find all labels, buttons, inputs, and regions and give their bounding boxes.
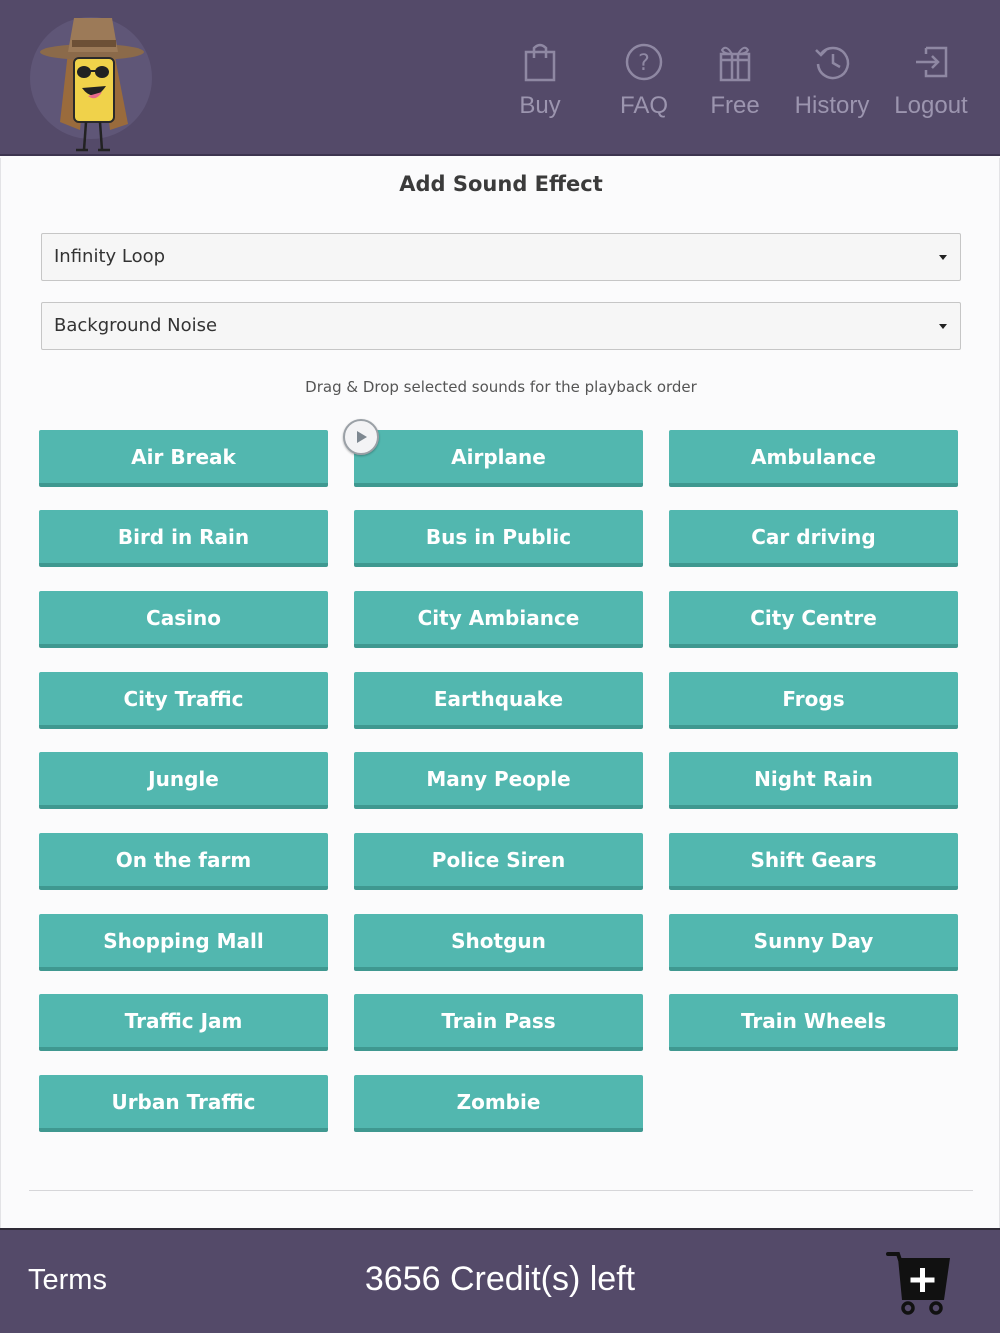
sound-button-label: Police Siren — [431, 847, 566, 872]
play-preview-button[interactable] — [343, 419, 379, 455]
sound-button-label: Night Rain — [754, 766, 873, 791]
sound-button-label: Zombie — [456, 1089, 541, 1114]
sound-button-label: Shift Gears — [750, 847, 877, 872]
sound-button[interactable]: City Ambiance — [354, 591, 643, 648]
sound-button-label: Jungle — [148, 766, 219, 791]
dropdown-caret-icon — [939, 324, 947, 329]
sound-button-label: Earthquake — [433, 686, 564, 711]
sound-button[interactable]: Bus in Public — [354, 510, 643, 567]
sound-button-label: On the farm — [115, 847, 252, 872]
credits-remaining: 3656 Credit(s) left — [0, 1260, 1000, 1299]
sound-button-label: Train Wheels — [740, 1008, 887, 1033]
sound-button[interactable]: Frogs — [669, 672, 958, 729]
sound-button[interactable]: Traffic Jam — [39, 994, 328, 1051]
shopping-bag-icon — [524, 43, 556, 82]
sound-button[interactable]: Airplane — [354, 430, 643, 487]
sound-button[interactable]: Shotgun — [354, 914, 643, 971]
sound-button[interactable]: City Traffic — [39, 672, 328, 729]
sound-button[interactable]: Shopping Mall — [39, 914, 328, 971]
sound-button[interactable]: Police Siren — [354, 833, 643, 890]
nav-logout-label: Logout — [894, 92, 968, 119]
sound-button[interactable]: Ambulance — [669, 430, 958, 487]
nav-faq[interactable]: ? FAQ — [614, 40, 674, 130]
sound-button-label: Train Pass — [441, 1008, 556, 1033]
sound-category-value: Background Noise — [54, 315, 218, 336]
sound-button[interactable]: Earthquake — [354, 672, 643, 729]
main-content: Add Sound Effect Infinity Loop Backgroun… — [0, 158, 1000, 1228]
sound-button-label: City Traffic — [123, 686, 244, 711]
sound-button-label: Sunny Day — [753, 928, 874, 953]
gift-icon — [719, 46, 751, 82]
sound-button[interactable]: Car driving — [669, 510, 958, 567]
credits-text: 3656 Credit(s) left — [364, 1260, 636, 1298]
nav-buy-label: Buy — [519, 92, 561, 119]
sound-button-label: Car driving — [751, 524, 876, 549]
nav-history[interactable]: History — [790, 40, 874, 130]
sound-button[interactable]: Jungle — [39, 752, 328, 809]
footer-bar: Terms 3656 Credit(s) left — [0, 1228, 1000, 1333]
top-bar: Buy ? FAQ Free History Logout — [0, 0, 1000, 156]
sound-button-label: Casino — [146, 605, 221, 630]
sound-button[interactable]: Shift Gears — [669, 833, 958, 890]
content-divider — [29, 1190, 973, 1191]
sound-button-label: Shotgun — [451, 928, 546, 953]
sound-button[interactable]: Zombie — [354, 1075, 643, 1132]
sound-button-label: Shopping Mall — [103, 928, 264, 953]
sound-category-select[interactable]: Background Noise — [41, 302, 961, 350]
sound-button-label: Many People — [426, 766, 571, 791]
nav-faq-label: FAQ — [619, 92, 668, 119]
nav-buy[interactable]: Buy — [512, 40, 568, 130]
sound-button-label: Traffic Jam — [124, 1008, 243, 1033]
sound-button[interactable]: Train Wheels — [669, 994, 958, 1051]
sound-button[interactable]: Bird in Rain — [39, 510, 328, 567]
add-to-cart-button[interactable] — [886, 1248, 954, 1316]
sound-button-label: Ambulance — [751, 444, 876, 469]
sound-button[interactable]: Air Break — [39, 430, 328, 487]
spy-mascot-logo[interactable] — [30, 12, 154, 154]
history-icon — [815, 46, 850, 80]
sound-button-label: Airplane — [451, 444, 546, 469]
sound-button[interactable]: City Centre — [669, 591, 958, 648]
sound-button-label: Bus in Public — [425, 524, 572, 549]
sound-button[interactable]: Urban Traffic — [39, 1075, 328, 1132]
sound-button[interactable]: Many People — [354, 752, 643, 809]
sound-button-label: Frogs — [782, 686, 845, 711]
sound-button[interactable]: Sunny Day — [669, 914, 958, 971]
dropdown-caret-icon — [939, 255, 947, 260]
sound-button[interactable]: Train Pass — [354, 994, 643, 1051]
nav-history-label: History — [794, 92, 870, 119]
svg-text:?: ? — [638, 51, 650, 76]
sound-button-label: Air Break — [131, 444, 236, 469]
play-icon — [357, 431, 367, 443]
sound-button[interactable]: Night Rain — [669, 752, 958, 809]
page-title: Add Sound Effect — [399, 172, 603, 196]
sound-button[interactable]: Casino — [39, 591, 328, 648]
drag-drop-hint: Drag & Drop selected sounds for the play… — [305, 378, 697, 396]
loop-mode-select[interactable]: Infinity Loop — [41, 233, 961, 281]
nav-logout[interactable]: Logout — [890, 40, 972, 130]
question-circle-icon: ? — [625, 43, 663, 81]
logout-icon — [916, 46, 948, 78]
sound-button-label: Bird in Rain — [117, 524, 250, 549]
sound-button-label: City Centre — [750, 605, 877, 630]
sound-button-label: City Ambiance — [417, 605, 580, 630]
sound-button-label: Urban Traffic — [111, 1089, 256, 1114]
terms-link[interactable]: Terms — [28, 1264, 107, 1297]
loop-mode-value: Infinity Loop — [54, 246, 166, 267]
sound-button[interactable]: On the farm — [39, 833, 328, 890]
nav-free[interactable]: Free — [706, 40, 764, 130]
nav-free-label: Free — [710, 92, 760, 119]
